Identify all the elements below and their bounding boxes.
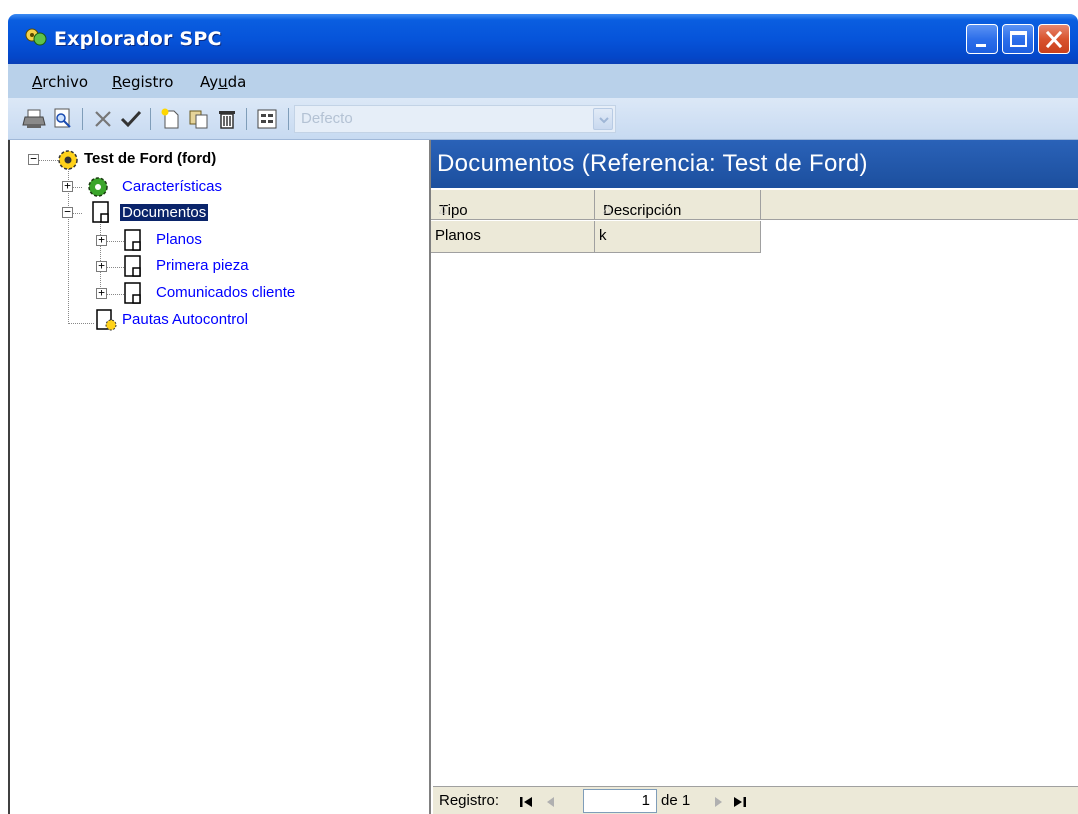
combo-dropdown-button[interactable]: [593, 108, 613, 130]
menu-ayuda-accel: u: [218, 73, 228, 91]
chevron-down-icon: [599, 117, 609, 124]
documents-grid[interactable]: Tipo △ Descripción △ Planos k: [431, 188, 1078, 814]
expander-root[interactable]: −: [28, 153, 39, 165]
minimize-icon: [976, 44, 986, 47]
column-header-descripcion[interactable]: Descripción △: [595, 190, 761, 220]
print-preview-icon[interactable]: [50, 106, 76, 132]
form-view-icon[interactable]: [254, 106, 280, 132]
defect-combo-value: Defecto: [301, 110, 353, 127]
menu-registro[interactable]: Registro: [112, 73, 173, 91]
copy-icon[interactable]: [186, 106, 212, 132]
cell-descripcion[interactable]: k: [595, 221, 761, 253]
tree-root-label[interactable]: Test de Ford (ford): [84, 150, 216, 167]
column-header-descripcion-label: Descripción: [603, 202, 682, 219]
app-icon: [25, 28, 47, 46]
defect-combo[interactable]: Defecto: [294, 105, 616, 133]
toolbar-separator: [82, 108, 83, 130]
cell-descripcion-value: k: [599, 227, 607, 244]
cell-tipo-value: Planos: [435, 227, 481, 244]
maximize-icon: [1010, 31, 1027, 47]
toolbar-separator: [246, 108, 247, 130]
tree-connector: [68, 323, 94, 324]
record-navigator: Registro: 1 de 1: [433, 786, 1078, 814]
panel-title: Documentos (Referencia: Test de Ford): [437, 150, 868, 177]
document-icon: [124, 229, 141, 251]
close-button[interactable]: [1038, 24, 1070, 54]
window-title: Explorador SPC: [54, 28, 222, 50]
record-count: de 1: [661, 792, 691, 809]
close-icon: [1045, 30, 1063, 49]
toolbar: Defecto: [8, 98, 1078, 140]
accept-icon[interactable]: [118, 106, 144, 132]
navigator-label: Registro:: [439, 792, 500, 809]
expander-caracteristicas[interactable]: +: [62, 180, 73, 192]
expander-comunicados-cliente[interactable]: +: [96, 287, 107, 299]
tree-item-pautas-autocontrol[interactable]: Pautas Autocontrol: [122, 311, 248, 328]
menu-registro-accel: R: [112, 73, 122, 91]
column-header-filler: [761, 190, 1078, 220]
tree-item-documentos[interactable]: Documentos: [120, 204, 209, 221]
previous-record-icon: [547, 797, 554, 807]
menu-registro-rest: egistro: [121, 73, 174, 91]
cell-tipo[interactable]: Planos: [431, 221, 595, 253]
next-record-icon: [715, 797, 722, 807]
tree-item-primera-pieza[interactable]: Primera pieza: [156, 257, 249, 274]
toolbar-separator: [288, 108, 289, 130]
previous-record-button[interactable]: [539, 791, 561, 813]
sort-icon: △: [439, 203, 448, 215]
gear-icon: [58, 150, 78, 170]
last-record-button[interactable]: [729, 791, 751, 813]
title-bar[interactable]: Explorador SPC: [8, 14, 1078, 64]
minimize-button[interactable]: [966, 24, 998, 54]
document-icon: [92, 201, 109, 223]
print-icon[interactable]: [22, 106, 48, 132]
cancel-icon[interactable]: [90, 106, 116, 132]
characteristics-gear-icon: [88, 177, 108, 197]
control-document-icon: [96, 309, 117, 331]
delete-icon[interactable]: [214, 106, 240, 132]
menu-bar: Archivo Registro Ayuda: [8, 64, 1078, 98]
tree-item-caracteristicas[interactable]: Características: [122, 178, 222, 195]
record-number-input[interactable]: 1: [583, 789, 657, 813]
expander-planos[interactable]: +: [96, 234, 107, 246]
menu-ayuda[interactable]: Ayuda: [200, 73, 246, 91]
tree-item-comunicados-cliente[interactable]: Comunicados cliente: [156, 284, 295, 301]
document-icon: [124, 282, 141, 304]
expander-primera-pieza[interactable]: +: [96, 260, 107, 272]
menu-archivo-rest: rchivo: [42, 73, 89, 91]
toolbar-separator: [150, 108, 151, 130]
maximize-button[interactable]: [1002, 24, 1034, 54]
document-icon: [124, 255, 141, 277]
tree-item-planos[interactable]: Planos: [156, 231, 202, 248]
sort-icon: △: [603, 203, 612, 215]
menu-ayuda-rest: da: [227, 73, 247, 91]
first-record-button[interactable]: [515, 791, 537, 813]
menu-archivo[interactable]: Archivo: [32, 73, 88, 91]
last-record-icon: [734, 797, 746, 807]
new-icon[interactable]: [158, 106, 184, 132]
column-header-tipo[interactable]: Tipo △: [431, 190, 595, 220]
first-record-icon: [520, 797, 532, 807]
panel-header: Documentos (Referencia: Test de Ford): [431, 140, 1078, 188]
tree-view[interactable]: − Test de Ford (ford) + Características …: [8, 140, 431, 814]
menu-ayuda-pre: Ay: [200, 73, 219, 91]
menu-archivo-accel: A: [32, 73, 43, 91]
next-record-button[interactable]: [707, 791, 729, 813]
expander-documentos[interactable]: −: [62, 206, 73, 218]
